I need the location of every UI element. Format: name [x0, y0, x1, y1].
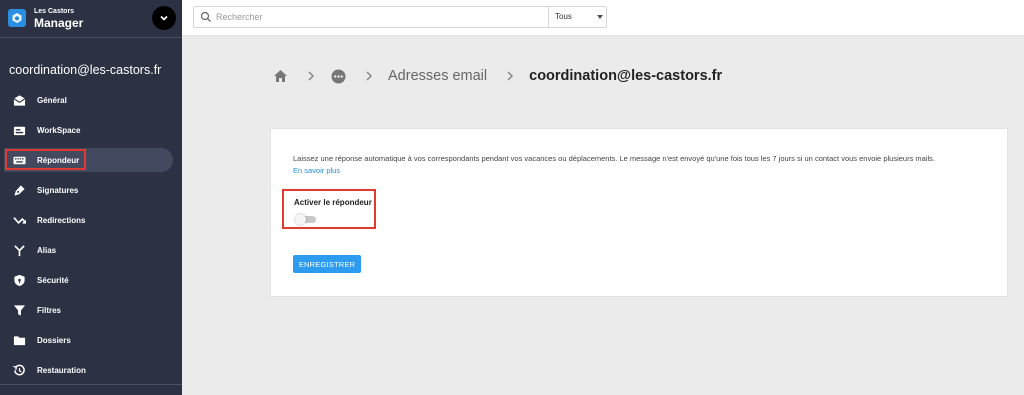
toggle-label: Activer le répondeur: [294, 198, 372, 207]
search-icon: [200, 11, 211, 22]
pen-nib-icon: [12, 184, 26, 196]
brand-title: Manager: [34, 15, 84, 30]
filter-icon: [12, 304, 26, 316]
sidebar-nav: Général WorkSpace Répondeur Signatures R…: [0, 85, 182, 385]
divider: [0, 37, 182, 38]
learn-more-link[interactable]: En savoir plus: [293, 166, 340, 175]
top-bar: Tous: [182, 0, 1024, 36]
chevron-right-icon: [308, 71, 315, 81]
app-switcher-button[interactable]: [152, 6, 176, 30]
envelope-open-icon: [12, 94, 26, 106]
breadcrumb-section-link[interactable]: Adresses email: [388, 68, 487, 84]
sidebar-item-repondeur[interactable]: Répondeur: [0, 145, 182, 175]
responder-toggle[interactable]: [295, 214, 317, 225]
brand-logo-icon: [8, 9, 26, 27]
brand: Les Castors Manager: [0, 0, 182, 36]
sidebar-item-label: Redirections: [37, 215, 86, 225]
responder-card: Laissez une réponse automatique à vos co…: [270, 128, 1008, 297]
responder-description: Laissez une réponse automatique à vos co…: [293, 154, 935, 163]
folder-icon: [12, 334, 26, 346]
sidebar-item-label: Sécurité: [37, 275, 69, 285]
sidebar-item-restauration[interactable]: Restauration: [0, 355, 182, 385]
fork-icon: [12, 244, 26, 256]
page-title: coordination@les-castors.fr: [529, 68, 723, 84]
sidebar-item-workspace[interactable]: WorkSpace: [0, 115, 182, 145]
search-scope-select[interactable]: Tous: [548, 7, 608, 27]
search-scope-value: Tous: [555, 12, 572, 21]
sidebar-item-label: Dossiers: [37, 335, 71, 345]
search-box: Tous: [193, 6, 607, 28]
home-icon[interactable]: [272, 68, 288, 84]
sidebar-item-general[interactable]: Général: [0, 85, 182, 115]
save-button[interactable]: ENREGISTRER: [293, 255, 361, 273]
sidebar-item-signatures[interactable]: Signatures: [0, 175, 182, 205]
sidebar-item-label: Alias: [37, 245, 57, 255]
sidebar-item-label: Signatures: [37, 185, 79, 195]
caret-down-icon: [597, 15, 603, 19]
chevron-right-icon: [366, 71, 373, 81]
sidebar: Les Castors Manager coordination@les-cas…: [0, 0, 182, 395]
more-icon[interactable]: [330, 68, 346, 84]
redirect-arrow-icon: [12, 214, 26, 226]
sidebar-item-redirections[interactable]: Redirections: [0, 205, 182, 235]
sidebar-item-filtres[interactable]: Filtres: [0, 295, 182, 325]
sidebar-item-alias[interactable]: Alias: [0, 235, 182, 265]
divider: [0, 384, 182, 385]
shield-icon: [12, 274, 26, 286]
toggle-knob: [295, 214, 306, 225]
sidebar-item-securite[interactable]: Sécurité: [0, 265, 182, 295]
sidebar-item-dossiers[interactable]: Dossiers: [0, 325, 182, 355]
sidebar-item-label: Général: [37, 95, 67, 105]
sidebar-item-label: WorkSpace: [37, 125, 81, 135]
account-email: coordination@les-castors.fr: [9, 63, 162, 77]
search-input[interactable]: [216, 10, 516, 24]
chevron-right-icon: [507, 71, 514, 81]
chevron-down-icon: [160, 15, 168, 21]
sidebar-item-label: Restauration: [37, 365, 86, 375]
toggle-highlight-box: Activer le répondeur: [282, 189, 376, 229]
sidebar-item-label: Répondeur: [37, 155, 80, 165]
brand-subtitle: Les Castors: [34, 7, 75, 15]
history-icon: [12, 364, 26, 376]
breadcrumb: Adresses email coordination@les-castors.…: [272, 64, 722, 88]
sidebar-item-label: Filtres: [37, 305, 62, 315]
keyboard-icon: [12, 154, 26, 166]
workspace-icon: [12, 124, 26, 136]
